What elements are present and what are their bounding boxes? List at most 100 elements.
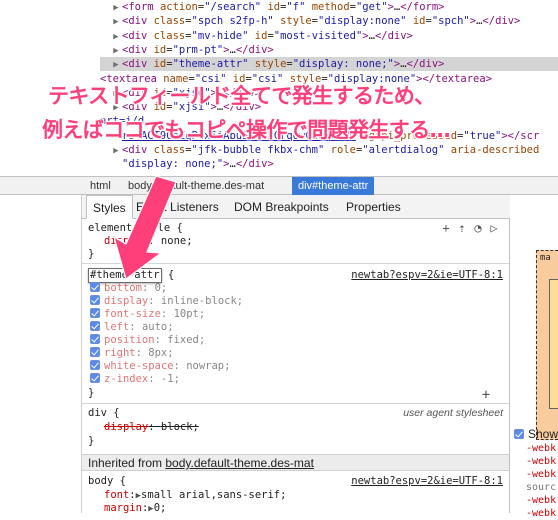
element-style-close: } (88, 248, 95, 260)
body-rule-source-link[interactable]: newtab?espv=2&ie=UTF-8:1 (351, 475, 503, 488)
dom-token: "prm-pt" (172, 43, 224, 56)
colon: : (148, 295, 161, 307)
breadcrumb: html body.default-theme.des-mat div#them… (0, 176, 558, 195)
element-style-prop-value: none; (160, 235, 193, 247)
dom-token: "theme-attr" (172, 58, 249, 71)
inherited-element-link[interactable]: body.default-theme.des-mat (165, 456, 314, 470)
rule-divider (82, 263, 509, 264)
property-enabled-checkbox[interactable] (90, 334, 100, 344)
expand-triangle-icon[interactable]: ▶ (110, 1, 122, 15)
property-enabled-checkbox[interactable] (90, 308, 100, 318)
left-gutter (0, 195, 82, 513)
color-format-icon[interactable]: ◔ (472, 222, 484, 234)
element-style-selector: element.style { (88, 222, 183, 234)
box-model-margin-label: ma (540, 253, 551, 263)
dom-token: <div (122, 43, 154, 56)
theme-rule-property[interactable]: display: inline-block; (90, 295, 243, 308)
colon: : (148, 421, 161, 433)
theme-rule-source-link[interactable]: newtab?espv=2&ie=UTF-8:1 (351, 269, 503, 282)
show-inherited-label: Show (528, 427, 558, 441)
computed-line: -webk (526, 469, 557, 480)
body-font-value: small arial,sans-serif; (141, 489, 287, 501)
crumb-body[interactable]: body.default-theme.des-mat (122, 177, 270, 195)
property-enabled-checkbox[interactable] (90, 360, 100, 370)
dom-token: method (311, 1, 350, 13)
ua-rule-property: display: block; (104, 421, 199, 434)
dom-token: </div> (235, 158, 274, 171)
dom-node[interactable]: ▶ <div id="prm-pt">…</div> (110, 43, 273, 58)
show-inherited-row[interactable]: Show (514, 427, 558, 441)
colon: : (129, 321, 142, 333)
dom-node[interactable]: ▶ <div class="mv-hide" id="most-visited">… (110, 29, 413, 43)
dom-token: "display: none;" (122, 158, 224, 171)
expand-triangle-icon[interactable]: ▶ (110, 144, 122, 158)
property-enabled-checkbox[interactable] (90, 282, 100, 292)
crumb-html[interactable]: html (84, 177, 117, 195)
add-property-icon[interactable]: + (480, 388, 492, 402)
property-enabled-checkbox[interactable] (90, 373, 100, 383)
body-prop-font[interactable]: font:▶small arial,sans-serif; (104, 489, 286, 502)
body-prop-margin[interactable]: margin:▶0; (104, 502, 166, 513)
dom-token: id (254, 29, 268, 42)
dom-token: style (280, 15, 312, 28)
property-name: position (104, 334, 155, 346)
annotation-line-1: テキストフィールド全てで発生するため、 (48, 84, 435, 108)
element-style-prop-name: display (104, 235, 149, 247)
selector-edit-field[interactable]: #theme-attr (88, 268, 162, 283)
new-rule-icon[interactable]: + (440, 222, 452, 234)
computed-line: -webk (526, 456, 557, 467)
property-name: right (104, 347, 136, 359)
expand-triangle-icon[interactable]: ▶ (110, 15, 122, 29)
element-style-property[interactable]: display: none; (104, 235, 193, 248)
dom-token: </div> (374, 29, 413, 42)
tab-event-listeners[interactable]: Event Listeners (130, 195, 225, 219)
dom-node-selected[interactable]: ▶ <div id="theme-attr" style="display: no… (100, 57, 558, 72)
property-name: z-index (104, 373, 149, 385)
theme-rule-property[interactable]: z-index: -1; (90, 373, 180, 386)
rule-divider (82, 403, 509, 404)
dom-token: </div> (406, 58, 445, 71)
property-value: nowrap; (186, 360, 231, 372)
property-name: bottom (104, 282, 142, 294)
property-enabled-checkbox[interactable] (90, 295, 100, 305)
annotation-line-2: 例えばココでもコピペ操作で問題発生する… (42, 118, 451, 142)
ua-rule-close: } (88, 435, 95, 447)
dom-node[interactable]: ▶ <div class="jfk-bubble fkbx-chm" role="… (110, 143, 539, 157)
theme-rule-property[interactable]: white-space: nowrap; (90, 360, 230, 373)
ua-prop-value: block; (160, 421, 199, 433)
dom-node[interactable]: ▶ <form action="/search" id="f" method="g… (110, 0, 444, 15)
expand-triangle-icon[interactable]: ▶ (110, 44, 122, 58)
ua-prop-name: display (104, 421, 149, 433)
theme-rule-property[interactable]: right: 8px; (90, 347, 174, 360)
box-model-inner (549, 279, 558, 409)
show-inherited-checkbox[interactable] (514, 429, 524, 439)
colon: : (148, 235, 161, 247)
tab-dom-breakpoints[interactable]: DOM Breakpoints (228, 195, 335, 219)
expand-triangle-icon[interactable]: ▶ (110, 30, 122, 44)
box-model-diagram: ma (536, 250, 558, 440)
element-state-icon[interactable]: ⇡ (456, 222, 468, 234)
expand-triangle-icon[interactable]: ▶ (110, 58, 122, 72)
colon: : (154, 334, 168, 346)
theme-rule-property[interactable]: font-size: 10pt; (90, 308, 205, 321)
tab-styles[interactable]: Styles (86, 195, 133, 219)
theme-rule-property[interactable]: left: auto; (90, 321, 174, 334)
dom-token: "most-visited" (273, 29, 363, 42)
property-value: auto; (141, 321, 174, 333)
dom-token: id (267, 1, 281, 13)
dom-node[interactable]: ▶ <div class="spch s2fp-h" style="display… (110, 14, 520, 28)
property-enabled-checkbox[interactable] (90, 321, 100, 331)
crumb-theme-attr[interactable]: div#theme-attr (292, 177, 375, 195)
dom-token: class (153, 144, 186, 156)
dom-token: <div (122, 58, 154, 71)
play-icon[interactable]: ▷ (488, 222, 500, 234)
computed-line: -webk (526, 508, 557, 519)
tab-properties[interactable]: Properties (340, 195, 407, 219)
theme-rule-close: } (88, 387, 95, 399)
theme-rule-property[interactable]: position: fixed; (90, 334, 205, 347)
theme-rule-property[interactable]: bottom: 0; (90, 282, 167, 295)
sidebar-tabs: Styles Event Listeners DOM Breakpoints P… (82, 195, 510, 219)
dom-node[interactable]: "display: none;">…</div> (122, 157, 274, 171)
property-name: white-space (104, 360, 174, 372)
property-enabled-checkbox[interactable] (90, 347, 100, 357)
